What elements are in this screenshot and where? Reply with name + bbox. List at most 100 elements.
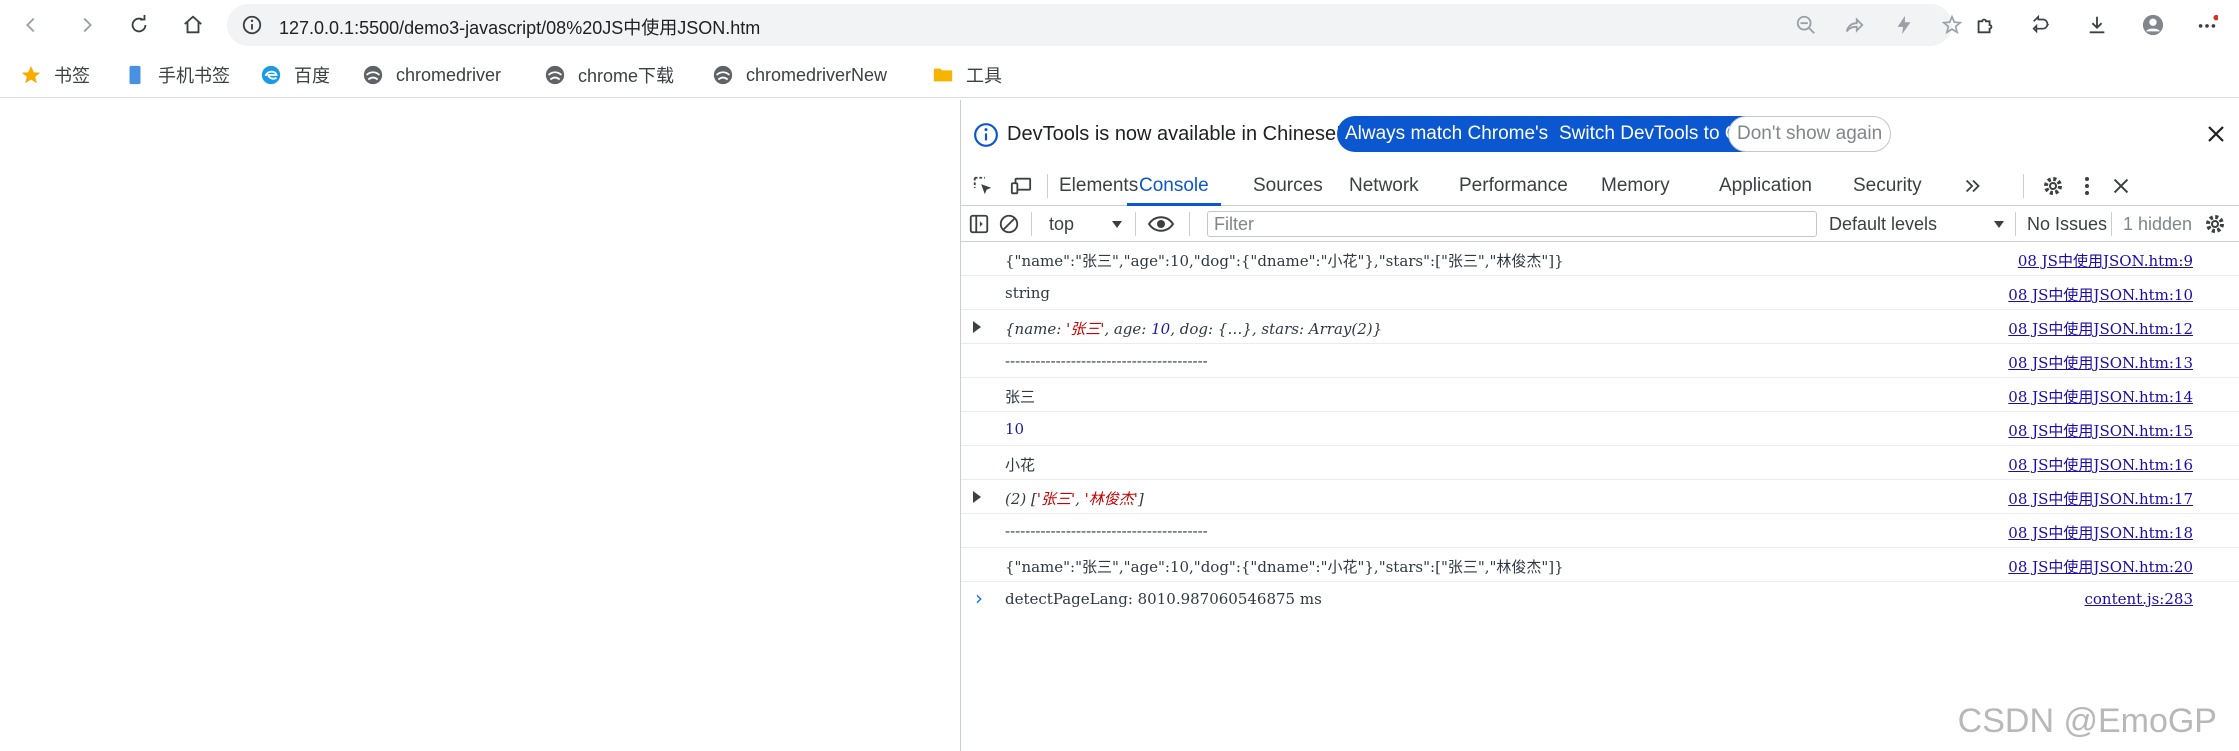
divider (1031, 212, 1032, 236)
bookmark-shuqian[interactable]: 书签 (20, 60, 90, 90)
bookmark-label: 书签 (54, 66, 90, 86)
source-link[interactable]: content.js:283 (2085, 590, 2194, 608)
avatar-icon (2142, 14, 2164, 36)
context-selector[interactable]: top (1049, 214, 1074, 235)
tab-sources[interactable]: Sources (1253, 166, 1323, 206)
divider (2023, 174, 2024, 198)
source-link[interactable]: 08 JS中使用JSON.htm:12 (2008, 318, 2193, 339)
bookmark-label: 工具 (966, 66, 1002, 86)
source-link[interactable]: 08 JS中使用JSON.htm:14 (2008, 386, 2193, 407)
inspect-element-icon[interactable] (971, 174, 995, 198)
watermark: CSDN @EmoGP (1957, 702, 2217, 740)
devtools-panel: DevTools is now available in Chinese! Al… (960, 100, 2239, 751)
more-vertical-icon[interactable] (2075, 174, 2099, 198)
puzzle-icon (1977, 18, 1993, 34)
close-devtools-icon[interactable] (2109, 174, 2133, 198)
history-sync-button[interactable] (2022, 6, 2060, 44)
expand-triangle-icon[interactable] (969, 489, 985, 505)
star-outline-icon[interactable] (1941, 14, 1963, 36)
bookmark-chromedrivernew[interactable]: chromedriverNew (712, 60, 887, 90)
source-link[interactable]: 08 JS中使用JSON.htm:17 (2008, 488, 2193, 509)
bookmark-chromedriver[interactable]: chromedriver (362, 60, 501, 90)
issues-count[interactable]: No Issues (2027, 214, 2107, 235)
source-link[interactable]: 08 JS中使用JSON.htm:13 (2008, 352, 2193, 373)
source-link[interactable]: 08 JS中使用JSON.htm:16 (2008, 454, 2193, 475)
source-link[interactable]: 08 JS中使用JSON.htm:18 (2008, 522, 2193, 543)
bookmark-chrome-download[interactable]: chrome下载 (544, 60, 674, 90)
lightning-icon[interactable] (1893, 14, 1915, 36)
console-row: {"name":"张三","age":10,"dog":{"dname":"小花… (961, 242, 2239, 276)
console-message: ---------------------------------------- (1005, 522, 1208, 540)
log-levels-dropdown[interactable]: Default levels (1829, 214, 1937, 235)
console-row: 小花 08 JS中使用JSON.htm:16 (961, 446, 2239, 480)
console-message: 10 (1005, 420, 1025, 438)
tab-performance[interactable]: Performance (1459, 166, 1568, 206)
close-icon[interactable] (2204, 122, 2228, 146)
sidebar-toggle-icon[interactable] (967, 212, 991, 236)
console-message: {name: '张三', age: 10, dog: {…}, stars: A… (1005, 320, 1383, 338)
extensions-button[interactable] (1966, 6, 2004, 44)
page-content (0, 100, 960, 751)
console-message: {"name":"张三","age":10,"dog":{"dname":"小花… (1005, 252, 1564, 270)
reload-button[interactable] (120, 6, 158, 44)
more-tabs-icon[interactable] (1961, 174, 1985, 198)
console-settings-gear-icon[interactable] (2203, 212, 2227, 236)
bookmark-tools-folder[interactable]: 工具 (932, 60, 1002, 90)
tab-memory[interactable]: Memory (1601, 166, 1670, 206)
tab-application[interactable]: Application (1719, 166, 1812, 206)
bookmark-label: 手机书签 (158, 66, 230, 86)
home-button[interactable] (174, 6, 212, 44)
divider (1047, 174, 1048, 198)
live-expression-eye-icon[interactable] (1145, 212, 1177, 236)
bookmark-baidu[interactable]: 百度 (260, 60, 330, 90)
language-infobar: DevTools is now available in Chinese! Al… (961, 100, 2239, 166)
console-row: string 08 JS中使用JSON.htm:10 (961, 276, 2239, 310)
console-row[interactable]: (2) ['张三', '林俊杰'] 08 JS中使用JSON.htm:17 (961, 480, 2239, 514)
tab-network[interactable]: Network (1349, 166, 1419, 206)
info-circle-icon (974, 123, 998, 147)
clear-console-icon[interactable] (997, 212, 1021, 236)
settings-gear-icon[interactable] (2041, 174, 2065, 198)
profile-button[interactable] (2134, 6, 2172, 44)
tab-security[interactable]: Security (1853, 166, 1922, 206)
console-prompt[interactable]: › (975, 586, 983, 610)
forward-button[interactable] (68, 6, 106, 44)
address-bar[interactable]: 127.0.0.1:5500/demo3-javascript/08%20JS中… (227, 4, 1963, 46)
undo-dropdown-icon (2032, 14, 2050, 34)
bookmarks-bar: 书签 手机书签 百度 chromedriver chrome下载 chromed… (0, 52, 2239, 98)
browser-toolbar: 127.0.0.1:5500/demo3-javascript/08%20JS中… (0, 0, 2239, 50)
expand-triangle-icon[interactable] (969, 319, 985, 335)
info-icon[interactable] (241, 14, 263, 36)
dont-show-again-button[interactable]: Don't show again (1728, 116, 1892, 152)
share-icon[interactable] (1843, 14, 1865, 36)
folder-icon (932, 64, 954, 86)
bookmark-label: chrome下载 (578, 66, 675, 86)
zoom-out-icon[interactable] (1795, 14, 1817, 36)
divider (1135, 212, 1136, 236)
console-row: 张三 08 JS中使用JSON.htm:14 (961, 378, 2239, 412)
divider (2015, 212, 2016, 236)
tab-console[interactable]: Console (1127, 166, 1221, 206)
bookmark-mobile[interactable]: 手机书签 (124, 60, 230, 90)
source-link[interactable]: 08 JS中使用JSON.htm:10 (2008, 284, 2193, 305)
downloads-button[interactable] (2078, 6, 2116, 44)
dropdown-caret-icon[interactable] (1111, 220, 1123, 230)
more-horizontal-icon (2198, 14, 2218, 28)
reload-icon (131, 14, 147, 33)
back-button[interactable] (12, 6, 50, 44)
dropdown-caret-icon[interactable] (1993, 220, 2005, 230)
console-message: 张三 (1005, 388, 1036, 406)
arrow-left-icon (26, 17, 35, 33)
source-link[interactable]: 08 JS中使用JSON.htm:9 (2018, 250, 2193, 271)
url-text[interactable]: 127.0.0.1:5500/demo3-javascript/08%20JS中… (279, 14, 760, 40)
console-message: detectPageLang: 8010.987060546875 ms (1005, 590, 1322, 608)
globe-icon (544, 64, 566, 86)
menu-button[interactable] (2188, 6, 2226, 44)
source-link[interactable]: 08 JS中使用JSON.htm:15 (2008, 420, 2193, 441)
filter-input[interactable]: Filter (1207, 211, 1817, 237)
console-row[interactable]: {name: '张三', age: 10, dog: {…}, stars: A… (961, 310, 2239, 344)
device-toolbar-icon[interactable] (1009, 174, 1033, 198)
source-link[interactable]: 08 JS中使用JSON.htm:20 (2008, 556, 2193, 577)
infobar-message: DevTools is now available in Chinese! (1007, 123, 1342, 145)
divider (2111, 212, 2112, 236)
